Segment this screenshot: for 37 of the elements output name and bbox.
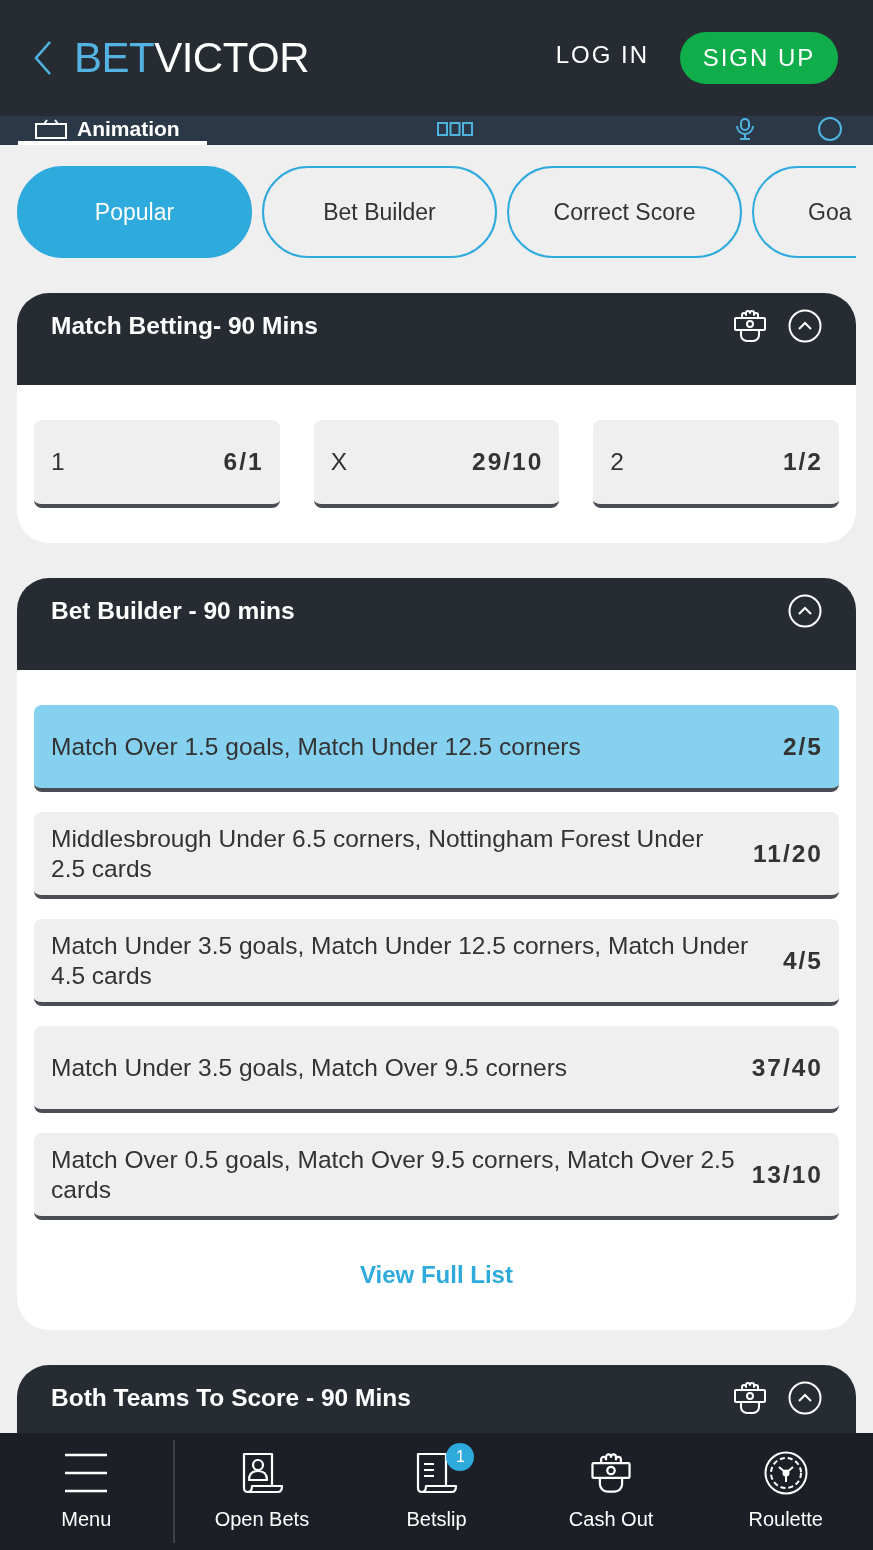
bars-icon — [437, 121, 473, 136]
filter-tab[interactable]: Bet Builder — [262, 166, 497, 258]
microphone-icon — [734, 117, 756, 140]
chevron-up-icon[interactable] — [788, 594, 822, 628]
hand-cash-icon[interactable] — [733, 1381, 767, 1415]
receipt-icon — [414, 1452, 459, 1494]
odds-button[interactable]: 2 1/2 — [593, 420, 839, 508]
menu-icon — [64, 1453, 109, 1493]
brand-logo: BETVICTOR — [74, 34, 310, 82]
market-title: Match Betting- 90 Mins — [51, 311, 319, 341]
filter-tab[interactable]: Correct Score — [507, 166, 742, 258]
odds-button[interactable]: Match Under 3.5 goals, Match Under 12.5 corners, Match Under 4.5 cards 4/5 — [34, 919, 839, 1006]
notification-badge: 1 — [446, 1443, 475, 1471]
animation-tab[interactable]: Animation — [18, 116, 207, 145]
odds-button[interactable]: 1 6/1 — [34, 420, 280, 508]
filter-tab[interactable]: Goa — [752, 166, 856, 258]
menu-button[interactable]: Menu — [0, 1440, 175, 1543]
open-bets-button[interactable]: Open Bets — [174, 1433, 350, 1550]
login-button[interactable]: LOG IN — [555, 41, 649, 69]
roulette-button[interactable]: Roulette — [698, 1433, 873, 1550]
market-title: Bet Builder - 90 mins — [51, 596, 296, 626]
hand-cash-icon[interactable] — [733, 309, 767, 343]
chevron-up-icon[interactable] — [788, 1381, 822, 1415]
market-title: Both Teams To Score - 90 Mins — [51, 1383, 412, 1413]
roulette-wheel-icon — [763, 1451, 808, 1495]
odds-button[interactable]: X 29/10 — [313, 420, 560, 508]
chevron-left-icon[interactable] — [34, 41, 52, 75]
chevron-up-icon[interactable] — [788, 309, 822, 343]
odds-button[interactable]: Match Under 3.5 goals, Match Over 9.5 corners 37/40 — [34, 1026, 839, 1113]
odds-button[interactable]: Match Over 1.5 goals, Match Under 12.5 corners 2/5 — [34, 705, 839, 792]
odds-button[interactable]: Middlesbrough Under 6.5 corners, Nottingham Forest Under 2.5 cards 11/20 — [34, 812, 839, 899]
ring-icon — [818, 116, 842, 141]
odds-button[interactable]: Match Over 0.5 goals, Match Over 9.5 corners, Match Over 2.5 cards 13/10 — [34, 1133, 839, 1220]
screen-icon — [34, 118, 68, 139]
cash-out-button[interactable]: Cash Out — [523, 1433, 699, 1550]
betslip-button[interactable]: 1 Betslip — [349, 1433, 524, 1550]
hand-cash-icon — [589, 1452, 634, 1494]
